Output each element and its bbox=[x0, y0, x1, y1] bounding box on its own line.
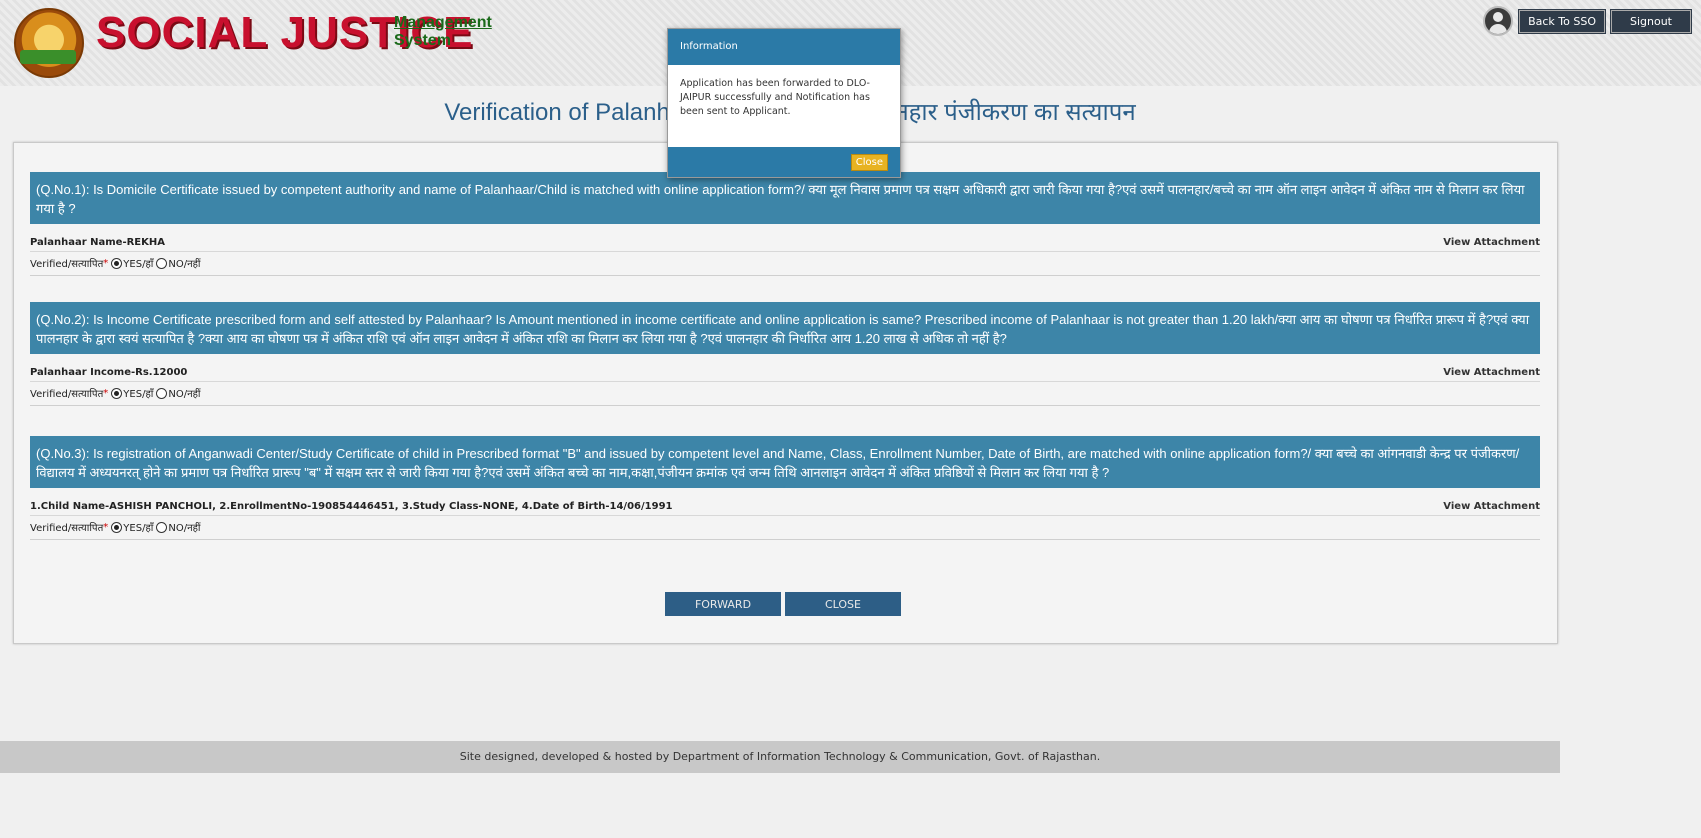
question-detail-row: Palanhaar Income-Rs.12000 View Attachmen… bbox=[30, 367, 1540, 382]
no-radio[interactable] bbox=[156, 521, 168, 533]
modal-message: Application has been forwarded to DLO-JA… bbox=[680, 78, 870, 117]
top-buttons: Back To SSO Signout bbox=[1483, 6, 1692, 36]
question-text: (Q.No.2): Is Income Certificate prescrib… bbox=[30, 302, 1540, 354]
view-attachment-link[interactable]: View Attachment bbox=[1443, 501, 1540, 512]
verified-label: Verified/सत्यापित bbox=[30, 259, 104, 270]
rajasthan-emblem-icon bbox=[14, 8, 84, 78]
question-text: (Q.No.1): Is Domicile Certificate issued… bbox=[30, 172, 1540, 224]
page-footer: Site designed, developed & hosted by Dep… bbox=[0, 741, 1560, 773]
modal-title: Information bbox=[668, 29, 900, 65]
question-block-2: (Q.No.2): Is Income Certificate prescrib… bbox=[30, 302, 1540, 406]
close-button[interactable]: CLOSE bbox=[785, 592, 901, 616]
yes-radio[interactable] bbox=[111, 257, 123, 269]
verified-label: Verified/सत्यापित bbox=[30, 523, 104, 534]
question-block-3: (Q.No.3): Is registration of Anganwadi C… bbox=[30, 436, 1540, 540]
verified-row: Verified/सत्यापित * YES/हाँ NO/नहीं bbox=[30, 386, 1540, 406]
question-detail: Palanhaar Name-REKHA bbox=[30, 237, 165, 248]
yes-label: YES/हाँ bbox=[123, 259, 154, 270]
question-detail: Palanhaar Income-Rs.12000 bbox=[30, 367, 188, 378]
logo-sub-line1: Management bbox=[394, 14, 492, 31]
forward-button[interactable]: FORWARD bbox=[665, 592, 781, 616]
yes-radio[interactable] bbox=[111, 387, 123, 399]
logo-subtitle: Management System bbox=[394, 14, 492, 50]
logo-sub-line2: System bbox=[394, 32, 451, 49]
verification-panel: (Q.No.1): Is Domicile Certificate issued… bbox=[13, 142, 1558, 644]
question-text: (Q.No.3): Is registration of Anganwadi C… bbox=[30, 436, 1540, 488]
user-avatar-icon[interactable] bbox=[1483, 6, 1514, 36]
yes-label: YES/हाँ bbox=[123, 523, 154, 534]
no-label: NO/नहीं bbox=[168, 523, 201, 534]
no-radio[interactable] bbox=[156, 387, 168, 399]
question-detail-row: 1.Child Name-ASHISH PANCHOLI, 2.Enrollme… bbox=[30, 501, 1540, 516]
no-label: NO/नहीं bbox=[168, 389, 201, 400]
yes-label: YES/हाँ bbox=[123, 389, 154, 400]
verified-label: Verified/सत्यापित bbox=[30, 389, 104, 400]
no-radio[interactable] bbox=[156, 257, 168, 269]
modal-footer: Close bbox=[668, 147, 900, 177]
modal-close-button[interactable]: Close bbox=[850, 154, 888, 171]
view-attachment-link[interactable]: View Attachment bbox=[1443, 367, 1540, 378]
back-to-sso-button[interactable]: Back To SSO bbox=[1518, 8, 1606, 34]
question-block-1: (Q.No.1): Is Domicile Certificate issued… bbox=[30, 172, 1540, 276]
question-detail: 1.Child Name-ASHISH PANCHOLI, 2.Enrollme… bbox=[30, 501, 673, 512]
question-detail-row: Palanhaar Name-REKHA View Attachment bbox=[30, 237, 1540, 252]
view-attachment-link[interactable]: View Attachment bbox=[1443, 237, 1540, 248]
yes-radio[interactable] bbox=[111, 521, 123, 533]
no-label: NO/नहीं bbox=[168, 259, 201, 270]
signout-button[interactable]: Signout bbox=[1610, 8, 1692, 34]
information-modal: Information Application has been forward… bbox=[667, 28, 901, 178]
verified-row: Verified/सत्यापित * YES/हाँ NO/नहीं bbox=[30, 520, 1540, 540]
action-buttons: FORWARD CLOSE bbox=[665, 592, 901, 616]
verified-row: Verified/सत्यापित * YES/हाँ NO/नहीं bbox=[30, 256, 1540, 276]
